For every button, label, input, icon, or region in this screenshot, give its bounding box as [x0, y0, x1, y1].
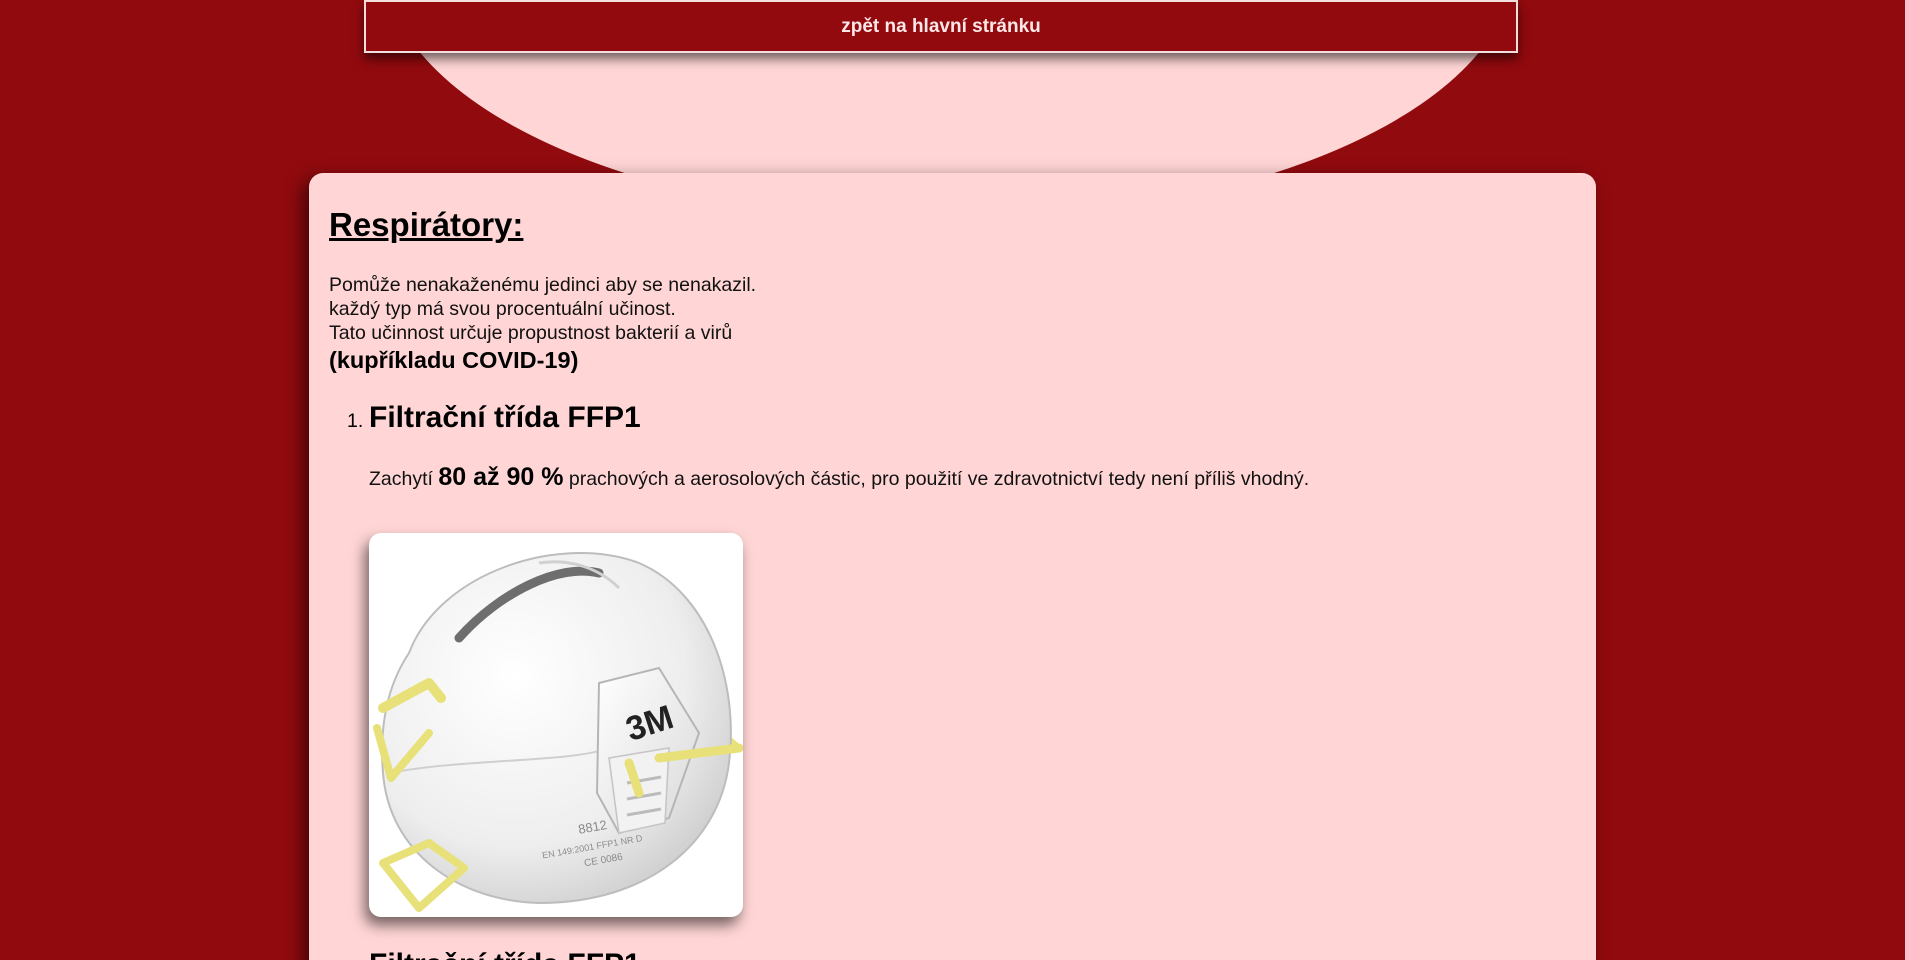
- description-prefix: Zachytí: [369, 468, 433, 490]
- list-item-description: Zachytí 80 až 90 % prachových a aerosolo…: [369, 463, 1309, 492]
- intro-text: Pomůže nenakaženému jedinci aby se nenak…: [329, 273, 756, 375]
- intro-emphasis: (kupříkladu COVID-19): [329, 347, 579, 373]
- back-to-home-button[interactable]: zpět na hlavní stránku: [364, 0, 1518, 53]
- content-panel: Respirátory: Pomůže nenakaženému jedinci…: [309, 173, 1596, 960]
- intro-line: každý typ má svou procentuální učinost.: [329, 298, 676, 320]
- page-title: Respirátory:: [329, 206, 524, 243]
- respirator-illustration: 3M 8812 EN 149:2001 FFP1 NR D CE 0086: [373, 552, 743, 912]
- page: zpět na hlavní stránku Respirátory: Pomů…: [0, 0, 1905, 960]
- intro-line: Pomůže nenakaženému jedinci aby se nenak…: [329, 274, 757, 296]
- list-item-number: 1.: [347, 410, 364, 432]
- intro-line: Tato učinnost určuje propustnost bakteri…: [329, 322, 733, 344]
- back-to-home-label: zpět na hlavní stránku: [841, 15, 1041, 37]
- list-item-heading: Filtrační třída FFP1: [369, 401, 641, 434]
- respirator-image: 3M 8812 EN 149:2001 FFP1 NR D CE 0086: [369, 533, 743, 917]
- description-highlight: 80 až 90 %: [438, 463, 564, 491]
- description-suffix: prachových a aerosolových částic, pro po…: [568, 468, 1310, 490]
- next-list-item-heading: Filtrační třída FFP1: [369, 948, 641, 960]
